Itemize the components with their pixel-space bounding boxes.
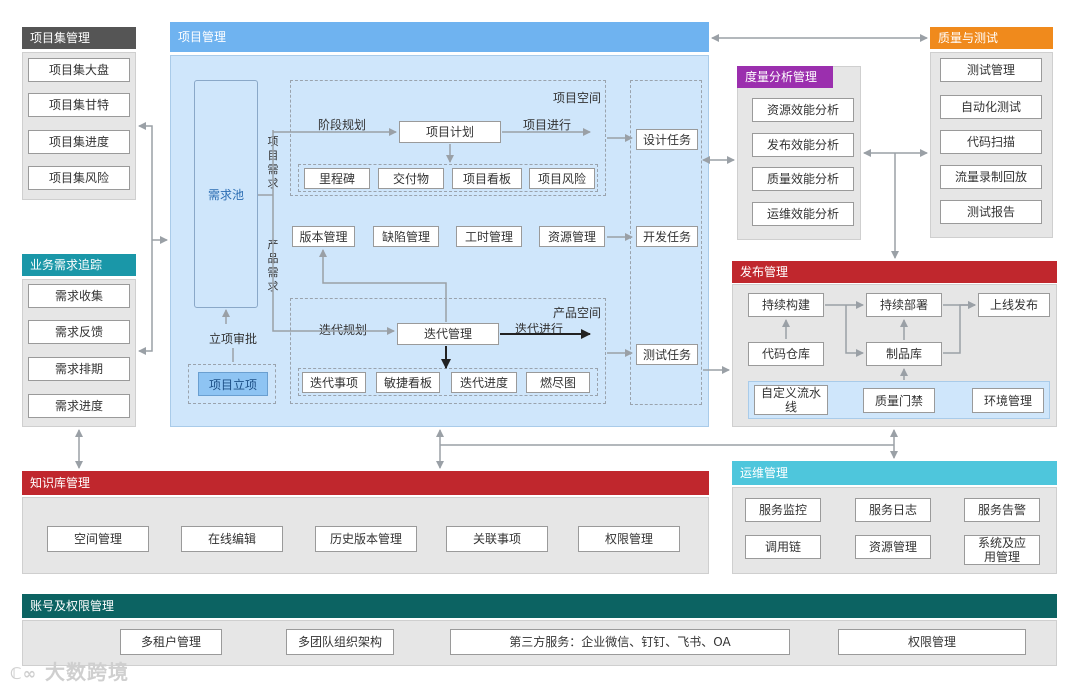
watermark: ℂ∞ 大数跨境	[10, 656, 129, 685]
watermark-logo-icon: ℂ∞	[10, 664, 38, 683]
watermark-text: 大数跨境	[45, 660, 130, 684]
connector-lines	[75, 34, 976, 469]
